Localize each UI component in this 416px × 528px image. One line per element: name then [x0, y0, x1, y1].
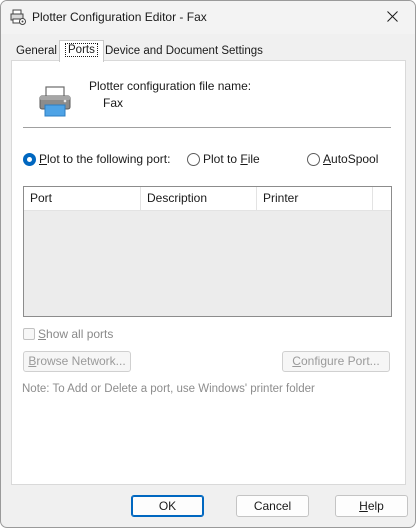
title-bar[interactable]: Plotter Configuration Editor - Fax — [1, 1, 415, 34]
ports-note: Note: To Add or Delete a port, use Windo… — [22, 383, 315, 395]
configure-port-button[interactable]: Configure Port... — [282, 351, 390, 372]
radio-autospool-indicator[interactable] — [307, 152, 320, 166]
radio-plot-to-file-label: Plot to File — [203, 152, 260, 166]
tab-device-document-settings[interactable]: Device and Document Settings — [100, 42, 268, 61]
config-file-label: Plotter configuration file name: — [89, 79, 252, 93]
column-header-description[interactable]: Description — [141, 187, 257, 211]
radio-plot-to-port-indicator[interactable] — [23, 152, 36, 166]
column-header-printer[interactable]: Printer — [257, 187, 373, 211]
ok-button[interactable]: OK — [131, 495, 204, 517]
show-all-ports-box[interactable] — [23, 328, 35, 340]
printer-icon — [37, 83, 73, 119]
cancel-button[interactable]: Cancel — [236, 495, 309, 517]
plotter-config-icon — [10, 9, 26, 25]
column-header-port[interactable]: Port — [24, 187, 141, 211]
close-icon — [386, 10, 398, 25]
radio-plot-to-port-label: Plot to the following port: — [39, 152, 171, 166]
browse-network-button[interactable]: Browse Network... — [23, 351, 131, 372]
tab-ports[interactable]: Ports — [59, 40, 104, 62]
ports-tab-panel: Plotter configuration file name: Fax Plo… — [11, 60, 406, 485]
show-all-ports-checkbox[interactable]: Show all ports — [23, 327, 113, 341]
help-button[interactable]: Help — [335, 495, 408, 517]
radio-plot-to-file-indicator[interactable] — [187, 152, 200, 166]
config-file-value: Fax — [103, 96, 124, 110]
tab-ports-label: Ports — [65, 43, 98, 57]
divider — [23, 127, 391, 128]
plotter-config-editor-window: Plotter Configuration Editor - Fax Gener… — [0, 0, 416, 528]
radio-plot-to-file[interactable]: Plot to File — [187, 152, 260, 166]
show-all-ports-label: Show all ports — [38, 327, 114, 341]
window-title: Plotter Configuration Editor - Fax — [32, 10, 207, 24]
close-button[interactable] — [369, 1, 415, 34]
tab-device-document-settings-label: Device and Document Settings — [105, 45, 263, 57]
tab-general-label: General — [16, 45, 57, 57]
tab-general[interactable]: General — [11, 42, 62, 61]
radio-autospool-label: AutoSpool — [323, 152, 379, 166]
ports-list-header: Port Description Printer — [24, 187, 391, 211]
radio-plot-to-port[interactable]: Plot to the following port: — [23, 152, 170, 166]
ports-list[interactable]: Port Description Printer — [23, 186, 392, 317]
radio-autospool[interactable]: AutoSpool — [307, 152, 378, 166]
